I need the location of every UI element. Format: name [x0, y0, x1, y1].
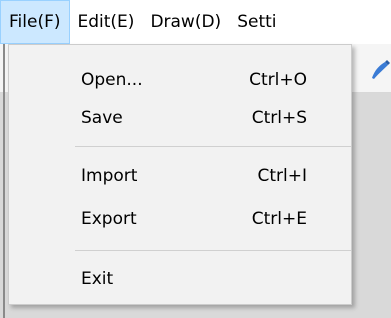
menu-draw[interactable]: Draw(D): [142, 0, 229, 44]
menu-file[interactable]: File(F): [0, 0, 70, 44]
menu-edit[interactable]: Edit(E): [70, 0, 143, 44]
menu-item-open[interactable]: Open... Ctrl+O: [9, 59, 351, 101]
menu-file-label: File(F): [9, 12, 61, 32]
menu-settings[interactable]: Setti: [229, 0, 284, 44]
menu-item-exit-label: Exit: [81, 269, 114, 289]
menu-item-import[interactable]: Import Ctrl+I: [9, 155, 351, 197]
menu-settings-label: Setti: [237, 12, 277, 32]
menu-item-save-shortcut: Ctrl+S: [251, 108, 307, 128]
menu-draw-label: Draw(D): [150, 12, 222, 32]
menu-item-save-label: Save: [81, 108, 123, 128]
menu-bar: File(F) Edit(E) Draw(D) Setti: [0, 0, 391, 44]
file-menu-dropdown: Open... Ctrl+O Save Ctrl+S Import Ctrl+I…: [8, 44, 352, 305]
canvas-left-border: [3, 44, 5, 318]
menu-item-save[interactable]: Save Ctrl+S: [9, 97, 351, 139]
menu-item-open-label: Open...: [81, 70, 143, 90]
menu-separator: [75, 146, 351, 147]
pen-icon[interactable]: [368, 58, 391, 82]
menu-item-import-shortcut: Ctrl+I: [257, 166, 307, 186]
menu-item-import-label: Import: [81, 166, 138, 186]
menu-edit-label: Edit(E): [77, 12, 135, 32]
menu-item-export-shortcut: Ctrl+E: [251, 209, 307, 229]
menu-item-export[interactable]: Export Ctrl+E: [9, 198, 351, 240]
menu-item-open-shortcut: Ctrl+O: [249, 70, 307, 90]
menu-separator: [75, 250, 351, 251]
menu-item-exit[interactable]: Exit: [9, 258, 351, 300]
menu-item-export-label: Export: [81, 209, 137, 229]
